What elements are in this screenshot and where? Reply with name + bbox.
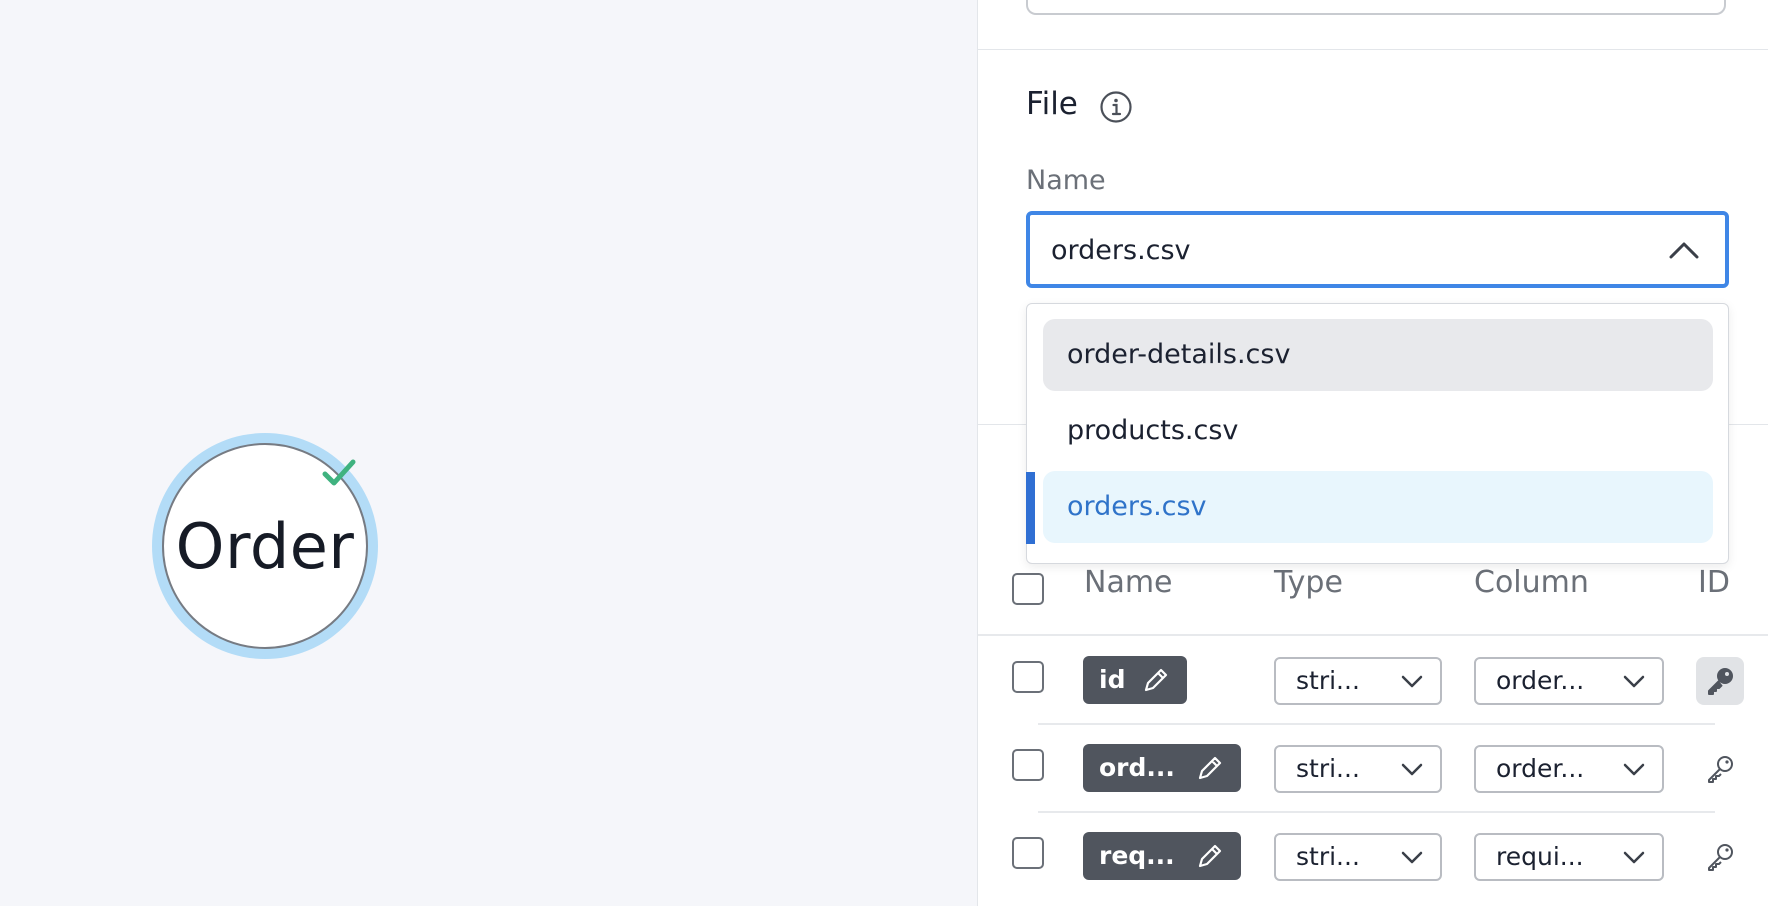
column-select-value: order... bbox=[1496, 754, 1585, 783]
header-name: Name bbox=[1084, 565, 1173, 600]
chevron-down-icon bbox=[1623, 763, 1645, 776]
selection-indicator bbox=[1026, 472, 1035, 544]
row-checkbox[interactable] bbox=[1012, 749, 1044, 781]
dropdown-option-order-details[interactable]: order-details.csv bbox=[1043, 319, 1713, 391]
row-checkbox[interactable] bbox=[1012, 661, 1044, 693]
type-select-value: stri... bbox=[1296, 666, 1360, 695]
id-key-toggle[interactable] bbox=[1696, 657, 1744, 705]
chevron-down-icon bbox=[1623, 851, 1645, 864]
select-all-checkbox[interactable] bbox=[1012, 573, 1044, 605]
column-select-value: requi... bbox=[1496, 842, 1584, 871]
field-name-label: ord... bbox=[1099, 753, 1175, 782]
id-key-toggle[interactable] bbox=[1696, 833, 1744, 881]
column-select-value: order... bbox=[1496, 666, 1585, 695]
chevron-down-icon bbox=[1401, 851, 1423, 864]
header-column: Column bbox=[1474, 565, 1589, 600]
type-select-value: stri... bbox=[1296, 754, 1360, 783]
header-id: ID bbox=[1698, 565, 1730, 600]
type-select-value: stri... bbox=[1296, 842, 1360, 871]
chevron-down-icon bbox=[1623, 675, 1645, 688]
field-name-label: req... bbox=[1099, 841, 1175, 870]
file-name-select[interactable]: orders.csv bbox=[1026, 211, 1729, 288]
divider bbox=[978, 49, 1768, 50]
column-select[interactable]: order... bbox=[1474, 745, 1664, 793]
field-name-label: id bbox=[1099, 665, 1126, 694]
table-row: id stri... order... bbox=[978, 636, 1768, 724]
key-icon bbox=[1708, 668, 1733, 695]
dropdown-option-orders[interactable]: orders.csv bbox=[1043, 471, 1713, 543]
row-checkbox[interactable] bbox=[1012, 837, 1044, 869]
chevron-down-icon bbox=[1401, 675, 1423, 688]
dropdown-option-products[interactable]: products.csv bbox=[1043, 395, 1713, 467]
id-key-toggle[interactable] bbox=[1696, 745, 1744, 793]
field-name-chip[interactable]: id bbox=[1083, 656, 1187, 704]
key-icon bbox=[1708, 844, 1733, 871]
pencil-icon[interactable] bbox=[1195, 841, 1225, 871]
field-name-chip[interactable]: req... bbox=[1083, 832, 1241, 880]
pencil-icon[interactable] bbox=[1141, 665, 1171, 695]
table-row: req... stri... requi... bbox=[978, 812, 1768, 900]
type-select[interactable]: stri... bbox=[1274, 745, 1442, 793]
pencil-icon[interactable] bbox=[1195, 753, 1225, 783]
chevron-up-icon[interactable] bbox=[1668, 235, 1700, 265]
type-select[interactable]: stri... bbox=[1274, 657, 1442, 705]
graph-canvas[interactable]: Order bbox=[0, 0, 977, 906]
field-name-chip[interactable]: ord... bbox=[1083, 744, 1241, 792]
check-icon bbox=[322, 459, 356, 486]
file-name-label: Name bbox=[1026, 165, 1106, 196]
chevron-down-icon bbox=[1401, 763, 1423, 776]
column-select[interactable]: order... bbox=[1474, 657, 1664, 705]
info-icon[interactable] bbox=[1099, 90, 1133, 124]
file-section-title: File bbox=[1026, 86, 1078, 122]
key-icon bbox=[1708, 756, 1733, 783]
properties-panel: File Name orders.csv order-details.csv p… bbox=[977, 0, 1768, 906]
file-name-select-value: orders.csv bbox=[1051, 235, 1191, 266]
column-select[interactable]: requi... bbox=[1474, 833, 1664, 881]
entity-node-label: Order bbox=[175, 509, 355, 583]
header-type: Type bbox=[1274, 565, 1343, 600]
fields-table-header: Name Type Column ID bbox=[978, 565, 1768, 635]
file-name-dropdown-menu: order-details.csv products.csv orders.cs… bbox=[1026, 303, 1729, 564]
previous-field[interactable] bbox=[1026, 0, 1726, 15]
type-select[interactable]: stri... bbox=[1274, 833, 1442, 881]
table-row: ord... stri... order... bbox=[978, 724, 1768, 812]
